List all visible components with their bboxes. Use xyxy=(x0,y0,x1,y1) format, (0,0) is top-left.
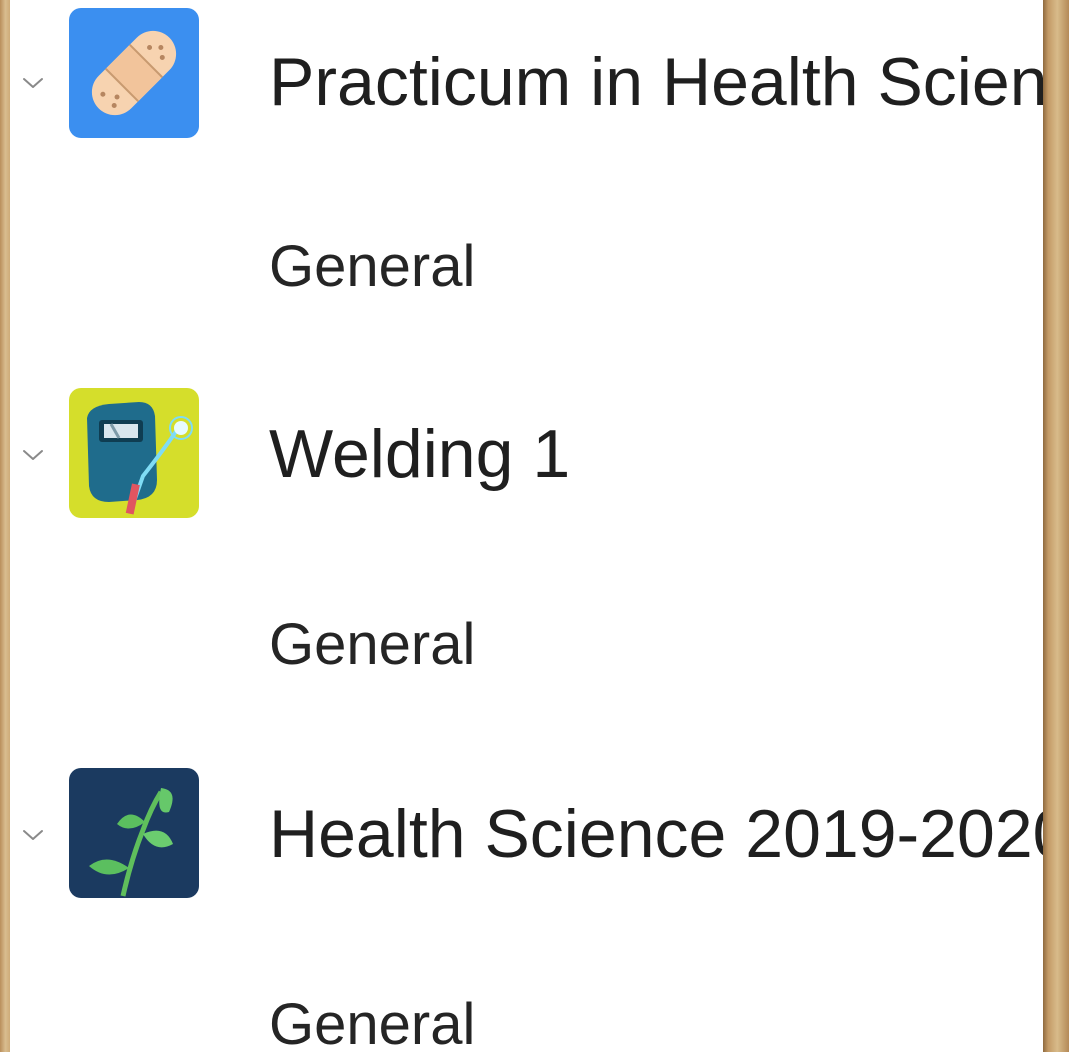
chevron-down-icon[interactable] xyxy=(20,70,46,96)
team-row-welding[interactable]: Welding 1 xyxy=(10,388,1045,528)
team-name[interactable]: Welding 1 xyxy=(269,420,570,488)
welding-mask-icon xyxy=(69,388,199,518)
bandage-icon xyxy=(69,8,199,138)
chevron-down-icon[interactable] xyxy=(20,442,46,468)
frame-right-edge xyxy=(1043,0,1069,1052)
channel-general[interactable]: General xyxy=(269,996,475,1052)
teams-list-panel: Practicum in Health Science General Weld… xyxy=(10,0,1045,1052)
team-name[interactable]: Health Science 2019-2020 xyxy=(269,800,1045,868)
team-row-health-science[interactable]: Health Science 2019-2020 xyxy=(10,768,1045,908)
team-row-practicum[interactable]: Practicum in Health Science xyxy=(10,8,1045,148)
plant-sprout-icon xyxy=(69,768,199,898)
channel-general[interactable]: General xyxy=(269,616,475,674)
chevron-down-icon[interactable] xyxy=(20,822,46,848)
channel-general[interactable]: General xyxy=(269,238,475,296)
team-name[interactable]: Practicum in Health Science xyxy=(269,48,1045,116)
